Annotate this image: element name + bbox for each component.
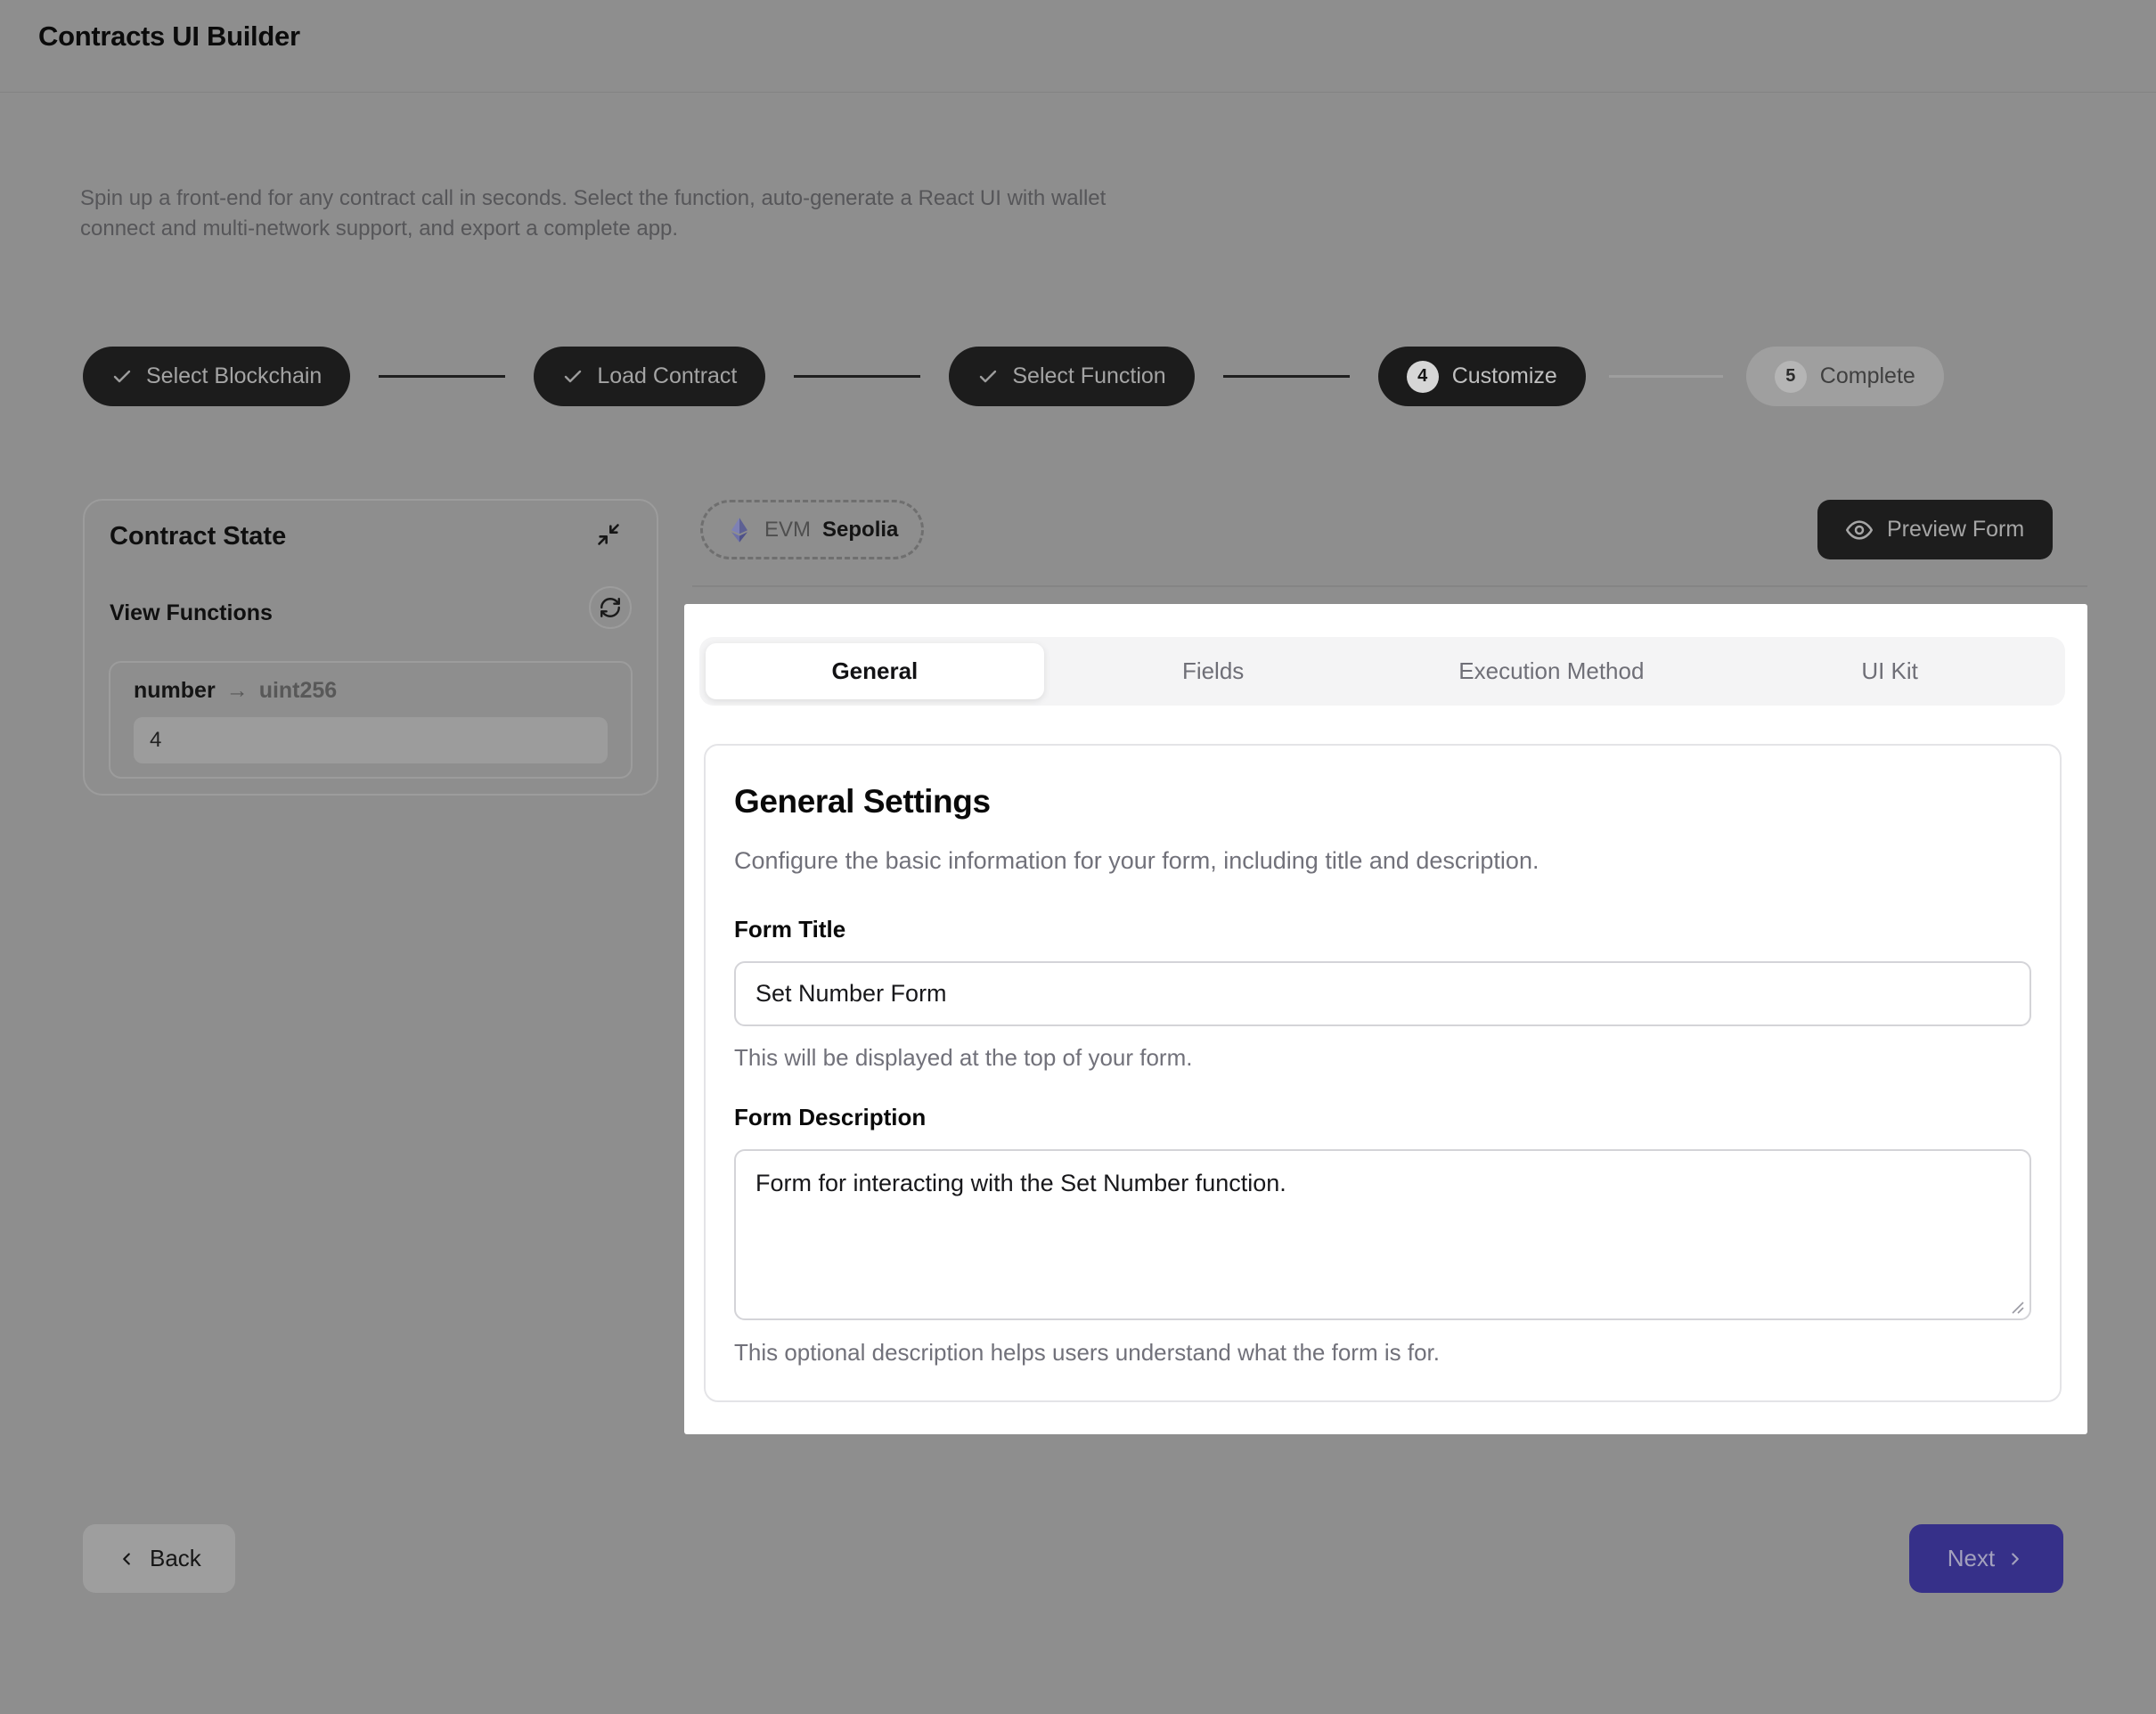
app-header: Contracts UI Builder <box>0 0 2156 93</box>
function-result-value: 4 <box>134 717 608 763</box>
function-name: number <box>134 678 216 704</box>
step-label: Select Blockchain <box>146 363 322 389</box>
general-settings-card: General Settings Configure the basic inf… <box>704 744 2062 1402</box>
step-load-contract[interactable]: Load Contract <box>534 347 765 406</box>
step-select-blockchain[interactable]: Select Blockchain <box>83 347 350 406</box>
step-connector <box>379 375 505 378</box>
network-badge[interactable]: EVM Sepolia <box>700 500 924 559</box>
ethereum-icon <box>726 517 753 543</box>
tab-ui-kit[interactable]: UI Kit <box>1720 643 2059 699</box>
function-signature: number → uint256 <box>134 678 608 704</box>
preview-form-button[interactable]: Preview Form <box>1817 500 2053 559</box>
refresh-icon <box>599 596 622 619</box>
arrow-right-icon: → <box>226 678 249 704</box>
form-title-label: Form Title <box>734 916 2031 943</box>
form-title-input[interactable] <box>734 961 2031 1026</box>
preview-form-label: Preview Form <box>1887 517 2024 543</box>
tab-general[interactable]: General <box>706 643 1044 699</box>
contract-state-title: Contract State <box>110 522 286 551</box>
step-connector <box>1609 375 1723 378</box>
step-label: Customize <box>1452 363 1557 389</box>
network-ecosystem: EVM <box>764 518 811 543</box>
form-description-label: Form Description <box>734 1104 2031 1131</box>
contract-state-panel: Contract State View Functions number → u… <box>83 499 658 796</box>
network-name: Sepolia <box>822 518 898 543</box>
step-connector <box>794 375 920 378</box>
step-connector <box>1223 375 1350 378</box>
check-icon <box>111 366 133 388</box>
page-title: Contracts UI Builder <box>38 20 300 53</box>
view-functions-label: View Functions <box>110 600 273 626</box>
step-select-function[interactable]: Select Function <box>949 347 1194 406</box>
chevron-left-icon <box>117 1549 136 1569</box>
next-button[interactable]: Next <box>1909 1524 2063 1593</box>
step-number-badge: 4 <box>1407 361 1439 393</box>
form-title-help: This will be displayed at the top of you… <box>734 1044 2031 1072</box>
back-label: Back <box>150 1545 201 1572</box>
form-description-help: This optional description helps users un… <box>734 1339 2031 1367</box>
chevron-right-icon <box>2005 1549 2025 1569</box>
general-settings-title: General Settings <box>734 783 2031 820</box>
form-description-wrap: Form for interacting with the Set Number… <box>734 1149 2031 1325</box>
function-return-type: uint256 <box>259 678 338 704</box>
customize-panel: General Fields Execution Method UI Kit G… <box>684 604 2087 1434</box>
stepper: Select Blockchain Load Contract Select F… <box>83 347 1944 406</box>
app-screen: Contracts UI Builder Spin up a front-end… <box>0 0 2156 1714</box>
function-card-number[interactable]: number → uint256 4 <box>109 661 633 779</box>
step-number-badge: 5 <box>1775 361 1807 393</box>
tab-fields[interactable]: Fields <box>1044 643 1383 699</box>
step-label: Select Function <box>1012 363 1165 389</box>
minimize-icon <box>596 522 621 547</box>
intro-text: Spin up a front-end for any contract cal… <box>80 184 1118 244</box>
content-top-divider <box>692 585 2087 587</box>
collapse-panel-button[interactable] <box>596 522 621 547</box>
check-icon <box>977 366 999 388</box>
refresh-button[interactable] <box>589 586 632 629</box>
check-icon <box>562 366 584 388</box>
next-label: Next <box>1948 1545 1995 1572</box>
step-complete[interactable]: 5 Complete <box>1746 347 1944 406</box>
form-description-textarea[interactable]: Form for interacting with the Set Number… <box>734 1149 2031 1320</box>
tab-execution-method[interactable]: Execution Method <box>1383 643 1721 699</box>
eye-icon <box>1846 517 1873 543</box>
general-settings-description: Configure the basic information for your… <box>734 847 2031 875</box>
tab-bar: General Fields Execution Method UI Kit <box>699 637 2065 706</box>
back-button[interactable]: Back <box>83 1524 235 1593</box>
step-customize[interactable]: 4 Customize <box>1378 347 1586 406</box>
step-label: Complete <box>1820 363 1915 389</box>
step-label: Load Contract <box>597 363 737 389</box>
